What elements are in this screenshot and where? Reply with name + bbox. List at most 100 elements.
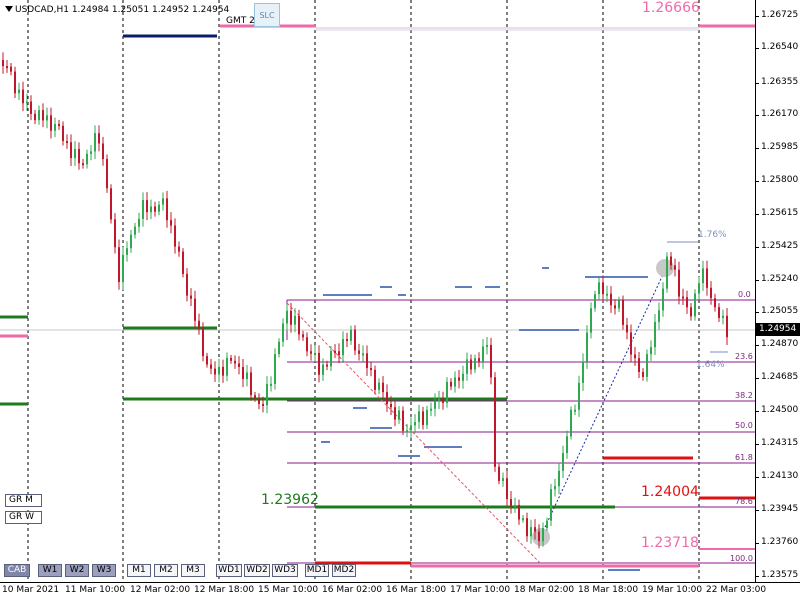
candle-body (118, 247, 120, 283)
candle-body (218, 366, 220, 375)
price-tick: 1.24870 (754, 339, 798, 349)
candle-body (650, 347, 652, 355)
candle-body (182, 251, 184, 274)
candle-body (206, 356, 208, 365)
time-tick: 12 Mar 02:00 (130, 585, 191, 595)
candle-body (386, 392, 388, 405)
candle-body (86, 153, 88, 165)
candle-body (62, 125, 64, 142)
candle-body (354, 329, 356, 351)
tf-button-m1[interactable]: M1 (127, 564, 151, 577)
tf-button-cab[interactable]: CAB (4, 564, 30, 577)
time-tick: 19 Mar 10:00 (642, 585, 703, 595)
candle-body (138, 218, 140, 227)
candle-body (390, 404, 392, 408)
candle-body (578, 382, 580, 410)
candle-body (670, 256, 672, 266)
candle-body (258, 398, 260, 404)
candle-body (630, 332, 632, 355)
candle-body (666, 256, 668, 289)
candle-body (470, 359, 472, 370)
candle-body (514, 504, 516, 507)
price-tick: 1.23575 (754, 570, 798, 580)
tf-button-wd3[interactable]: WD3 (272, 564, 298, 577)
candle-body (562, 453, 564, 471)
tf-button-md1[interactable]: MD1 (305, 564, 329, 577)
candle-body (106, 159, 108, 189)
price-label-top-pink: 1.26666 (642, 0, 700, 16)
candle-body (706, 268, 708, 288)
fib-level-50: 50.0 (735, 421, 753, 430)
candle-body (462, 373, 464, 381)
dropdown-arrow-icon[interactable] (5, 6, 13, 12)
time-tick: 10 Mar 2021 (2, 585, 60, 595)
candle-body (438, 398, 440, 402)
candle-body (626, 324, 628, 333)
candle-body (430, 408, 432, 411)
candle-body (550, 489, 552, 521)
price-axis[interactable]: 1.26725 1.26540 1.26355 1.26170 1.25985 … (754, 0, 800, 582)
candle-body (186, 273, 188, 296)
tf-button-m2[interactable]: M2 (154, 564, 178, 577)
price-tick: 1.23760 (754, 537, 798, 547)
gr-w-button[interactable]: GR W (5, 511, 42, 524)
time-tick: 18 Mar 02:00 (514, 585, 575, 595)
candle-body (394, 407, 396, 420)
candle-body (554, 486, 556, 490)
candle-body (222, 366, 224, 376)
candle-body (674, 265, 676, 270)
candle-body (126, 248, 128, 255)
tf-button-wd2[interactable]: WD2 (244, 564, 270, 577)
candle-body (478, 358, 480, 362)
candle-body (570, 409, 572, 437)
price-tick: 1.26725 (754, 10, 798, 20)
gr-m-button[interactable]: GR M (5, 494, 42, 507)
trend-line-down (286, 302, 541, 564)
candle-body (114, 219, 116, 248)
candle-body (402, 410, 404, 431)
candle-body (342, 339, 344, 356)
candle-body (582, 361, 584, 383)
candle-body (526, 518, 528, 537)
gmt-label: GMT 2 (226, 16, 255, 26)
candle-body (646, 354, 648, 377)
candle-body (710, 287, 712, 299)
time-tick: 15 Mar 10:00 (258, 585, 319, 595)
time-axis[interactable]: 10 Mar 2021 11 Mar 10:00 12 Mar 02:00 12… (0, 582, 800, 601)
candle-body (194, 298, 196, 321)
candle-body (26, 101, 28, 104)
candle-body (178, 246, 180, 252)
candle-body (314, 352, 316, 355)
tf-button-md2[interactable]: MD2 (332, 564, 356, 577)
candle-body (350, 329, 352, 341)
candle-body (418, 411, 420, 422)
candle-body (158, 204, 160, 212)
candle-body (474, 358, 476, 370)
candle-body (130, 234, 132, 249)
tf-button-w3[interactable]: W3 (92, 564, 116, 577)
slc-button[interactable]: SLC (254, 3, 280, 27)
chart-plot-area[interactable]: USDCAD,H1 1.24984 1.25051 1.24952 1.2495… (0, 0, 755, 582)
candle-body (338, 351, 340, 356)
candle-body (534, 527, 536, 532)
candle-body (482, 346, 484, 362)
tf-button-w1[interactable]: W1 (38, 564, 62, 577)
candle-body (66, 141, 68, 144)
price-tick: 1.26540 (754, 42, 798, 52)
candle-body (422, 411, 424, 425)
candle-body (442, 398, 444, 403)
candle-body (58, 123, 60, 126)
candle-body (18, 89, 20, 94)
candle-body (294, 315, 296, 325)
candle-body (606, 293, 608, 296)
tf-button-wd1[interactable]: WD1 (216, 564, 242, 577)
tf-button-m3[interactable]: M3 (181, 564, 205, 577)
candle-body (234, 360, 236, 364)
candle-body (726, 315, 728, 338)
tf-button-w2[interactable]: W2 (65, 564, 89, 577)
candle-body (722, 315, 724, 318)
candle-body (246, 372, 248, 379)
candle-body (306, 337, 308, 352)
candle-body (414, 421, 416, 426)
candle-body (226, 357, 228, 376)
